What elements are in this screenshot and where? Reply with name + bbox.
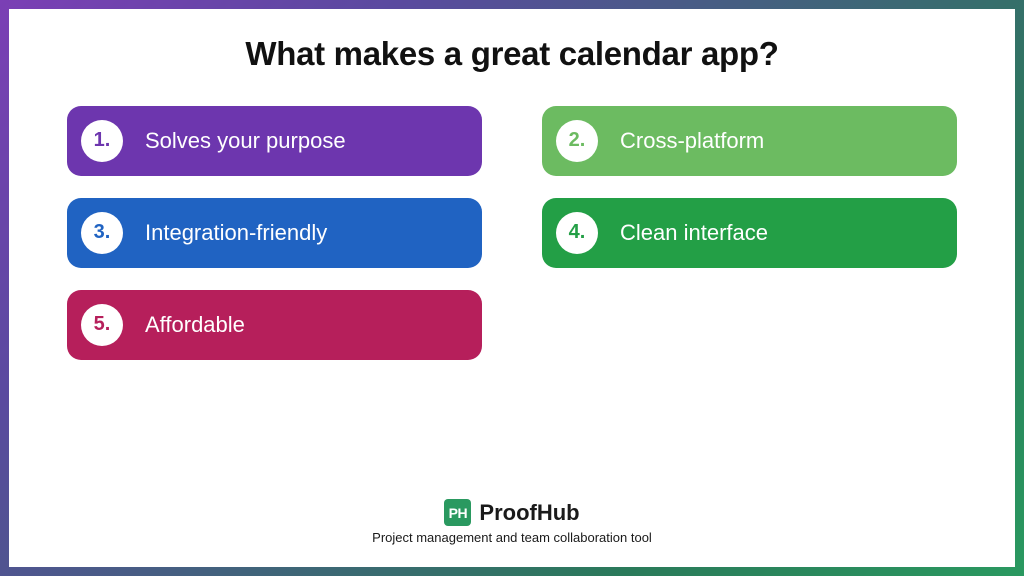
feature-number: 4. bbox=[556, 212, 598, 254]
feature-item-2: 2. Cross-platform bbox=[542, 106, 957, 176]
feature-number: 2. bbox=[556, 120, 598, 162]
feature-item-3: 3. Integration-friendly bbox=[67, 198, 482, 268]
feature-grid: 1. Solves your purpose 2. Cross-platform… bbox=[67, 106, 957, 360]
brand-name: ProofHub bbox=[479, 500, 579, 526]
feature-item-4: 4. Clean interface bbox=[542, 198, 957, 268]
feature-label: Affordable bbox=[145, 312, 245, 338]
feature-number: 3. bbox=[81, 212, 123, 254]
brand-tagline: Project management and team collaboratio… bbox=[372, 530, 652, 545]
page-title: What makes a great calendar app? bbox=[245, 33, 778, 76]
feature-label: Solves your purpose bbox=[145, 128, 346, 154]
footer: PH ProofHub Project management and team … bbox=[9, 499, 1015, 545]
brand-row: PH ProofHub bbox=[444, 499, 579, 526]
feature-label: Clean interface bbox=[620, 220, 768, 246]
proofhub-logo-icon: PH bbox=[444, 499, 471, 526]
feature-label: Cross-platform bbox=[620, 128, 764, 154]
feature-item-1: 1. Solves your purpose bbox=[67, 106, 482, 176]
feature-item-5: 5. Affordable bbox=[67, 290, 482, 360]
feature-number: 1. bbox=[81, 120, 123, 162]
gradient-frame: What makes a great calendar app? 1. Solv… bbox=[0, 0, 1024, 576]
content-card: What makes a great calendar app? 1. Solv… bbox=[9, 9, 1015, 567]
feature-label: Integration-friendly bbox=[145, 220, 327, 246]
feature-number: 5. bbox=[81, 304, 123, 346]
